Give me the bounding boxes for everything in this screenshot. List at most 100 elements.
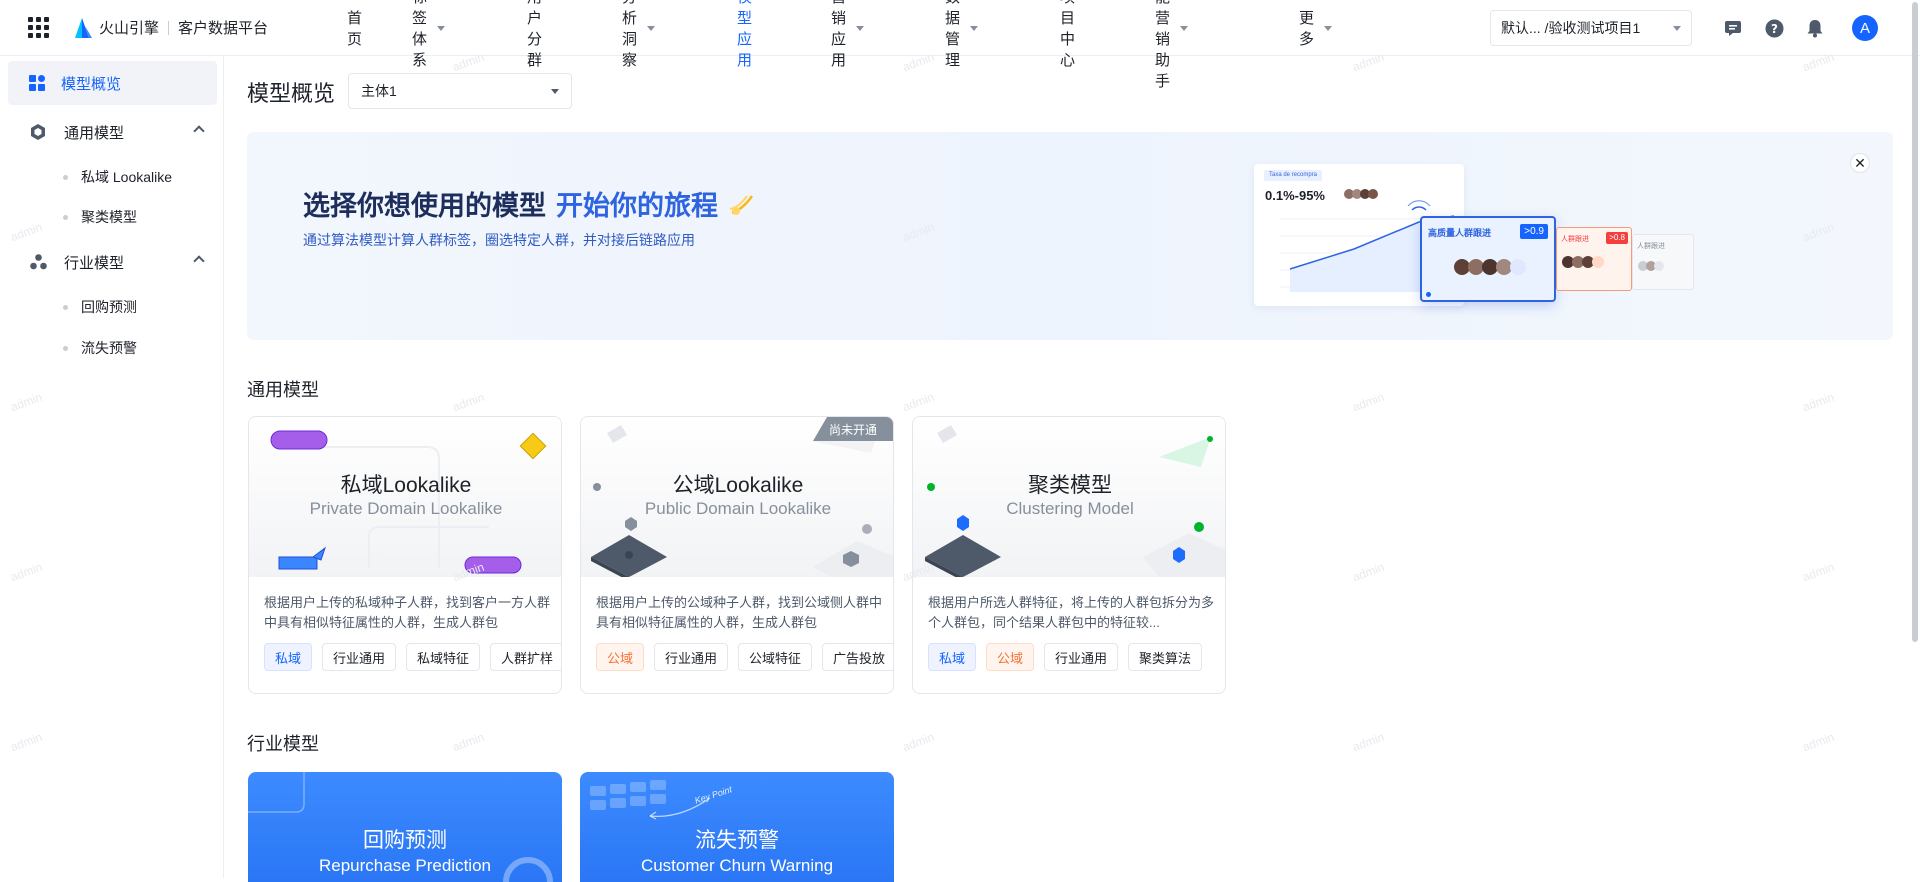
sidebar-group-general[interactable]: 通用模型 [8, 112, 217, 152]
sidebar-item-private-lookalike[interactable]: 私域 Lookalike [62, 167, 173, 187]
sidebar-item-repurchase[interactable]: 回购预测 [63, 297, 137, 317]
card-tags: 私域 行业通用 私域特征 人群扩样 [264, 643, 561, 671]
user-avatar[interactable]: A [1852, 15, 1878, 41]
chevron-up-icon [193, 255, 205, 267]
help-icon[interactable]: ? [1763, 17, 1785, 39]
nav-item-home[interactable]: 首页 [347, 7, 362, 49]
section-title-general: 通用模型 [247, 380, 319, 400]
tag: 公域特征 [738, 643, 813, 671]
chevron-down-icon [1180, 25, 1189, 31]
subject-select[interactable]: 主体1 [348, 73, 572, 109]
high-quality-badge: >0.9 [1520, 224, 1548, 239]
tag: 私域 [928, 643, 977, 671]
project-select-value: 默认... /验收测试项目1 [1501, 20, 1641, 36]
close-icon[interactable]: ✕ [1850, 153, 1870, 173]
card-subtitle: Repurchase Prediction [319, 856, 491, 875]
chevron-up-icon [193, 125, 205, 137]
svg-text:?: ? [1771, 22, 1778, 36]
cluster-icon [30, 254, 47, 270]
low-quality-card: 人群跟进 [1632, 234, 1694, 290]
sidebar-item-label: 聚类模型 [81, 209, 137, 225]
banner-subtitle: 通过算法模型计算人群标签，圈选特定人群，并对接后链路应用 [303, 232, 695, 248]
card-subtitle: Public Domain Lookalike [644, 499, 832, 518]
model-card-private-lookalike[interactable]: 私域Lookalike Private Domain Lookalike 根据用… [248, 416, 562, 694]
sidebar-group-industry[interactable]: 行业模型 [8, 242, 217, 282]
message-icon[interactable] [1722, 17, 1744, 39]
tag: 行业通用 [322, 643, 397, 671]
sidebar-item-model-overview[interactable]: 模型概览 [8, 61, 217, 105]
app-grid-icon[interactable] [27, 17, 49, 39]
model-card-clustering[interactable]: 聚类模型 Clustering Model 根据用户所选人群特征，将上传的人群包… [912, 416, 1226, 694]
card-title: 回购预测 [363, 829, 447, 852]
card-description: 根据用户上传的私域种子人群，找到客户一方人群中具有相似特征属性的人群，生成人群包 [264, 595, 551, 630]
sidebar-item-clustering[interactable]: 聚类模型 [63, 207, 137, 227]
tag: 人群扩样 [490, 643, 561, 671]
brand-name: 火山引擎 [99, 20, 160, 37]
sidebar-item-churn[interactable]: 流失预警 [63, 338, 137, 358]
tag: 私域 [264, 643, 313, 671]
model-card-repurchase[interactable]: 回购预测 Repurchase Prediction [248, 772, 562, 882]
banner-title-highlight: 开始你的旅程 [556, 191, 718, 221]
model-card-public-lookalike[interactable]: 尚未开通 公域Lookalike Public Domain Lookalike… [580, 416, 894, 694]
chevron-down-icon [647, 25, 656, 31]
not-activated-badge: 尚未开通 [813, 417, 893, 441]
banner-illustration: Taxa de recompra 0.1%-95% 高质量人群跟进 >0.9 人… [1254, 164, 1694, 314]
card-tags: 公域 行业通用 公域特征 广告投放 [596, 643, 893, 671]
card-title: 公域Lookalike [672, 474, 804, 497]
model-card-churn[interactable]: Key Point 流失预警 Customer Churn Warning [580, 772, 894, 882]
sidebar-item-label: 流失预警 [81, 340, 137, 356]
card-description: 根据用户所选人群特征，将上传的人群包拆分为多个人群包，同个结果人群包中的特征较.… [928, 595, 1215, 630]
sidebar-item-label: 模型概览 [61, 75, 122, 93]
chevron-down-icon [1673, 25, 1681, 31]
mid-quality-label: 人群跟进 [1561, 236, 1589, 243]
top-navbar: 火山引擎 客户数据平台 首页 标签体系 用户分群 分析洞察 模型应用 营销应用 … [0, 0, 1920, 90]
sparkle-icon [729, 195, 753, 215]
tag: 行业通用 [1044, 643, 1119, 671]
cube-icon [31, 124, 45, 140]
indicator-dot [1426, 292, 1431, 297]
tag: 公域 [986, 643, 1035, 671]
avatar-group-icon [1638, 261, 1664, 271]
chevron-down-icon [437, 25, 446, 31]
high-quality-card: 高质量人群跟进 >0.9 [1420, 216, 1556, 302]
card-description: 根据用户上传的公域种子人群，找到公域侧人群中具有相似特征属性的人群，生成人群包 [596, 595, 883, 630]
main-content: 模型概览 主体1 选择你想使用的模型 开始你的旅程 通过算法模型计算人群标签，圈选… [224, 56, 1920, 882]
card-subtitle: Clustering Model [1006, 499, 1134, 518]
card-title: 流失预警 [695, 829, 779, 852]
volcengine-logo [75, 17, 92, 38]
chevron-down-icon [1324, 25, 1333, 31]
sidebar-item-label: 回购预测 [81, 299, 137, 315]
low-quality-label: 人群跟进 [1637, 243, 1665, 250]
card-subtitle: Customer Churn Warning [640, 856, 834, 875]
page-scrollbar[interactable] [1912, 2, 1918, 642]
banner-title-text: 选择你想使用的模型 [303, 191, 546, 221]
mid-quality-badge: >0.8 [1606, 232, 1628, 244]
tag: 广告投放 [822, 643, 893, 671]
high-quality-label: 高质量人群跟进 [1428, 228, 1492, 238]
tag: 私域特征 [406, 643, 481, 671]
bell-icon[interactable] [1804, 17, 1826, 39]
mid-quality-card: 人群跟进 >0.8 [1556, 227, 1632, 291]
subject-select-value: 主体1 [361, 83, 397, 99]
tag: 行业通用 [654, 643, 729, 671]
sidebar-item-label: 私域 Lookalike [81, 169, 173, 185]
welcome-banner: 选择你想使用的模型 开始你的旅程 通过算法模型计算人群标签，圈选特定人群，并对接后… [247, 132, 1893, 340]
tag: 聚类算法 [1128, 643, 1203, 671]
section-title-industry: 行业模型 [247, 734, 319, 754]
avatar-group-icon [1454, 259, 1526, 275]
nav-item-more[interactable]: 更多 [1299, 7, 1333, 49]
project-select[interactable]: 默认... /验收测试项目1 [1490, 10, 1692, 46]
page-title: 模型概览 [247, 81, 336, 106]
sidebar: 模型概览 通用模型 私域 Lookalike 聚类模型 行业模型 回购预测 流失… [0, 56, 224, 878]
product-name: 客户数据平台 [178, 20, 269, 37]
card-title: 私域Lookalike [340, 474, 472, 497]
brand-divider [168, 20, 170, 35]
chevron-down-icon [551, 88, 559, 94]
card-subtitle: Private Domain Lookalike [309, 499, 503, 518]
chevron-down-icon [856, 25, 865, 31]
banner-title: 选择你想使用的模型 开始你的旅程 [303, 184, 756, 223]
overview-icon [29, 75, 45, 91]
sidebar-group-label: 通用模型 [64, 124, 125, 142]
card-title: 聚类模型 [1028, 474, 1112, 497]
sidebar-group-label: 行业模型 [64, 254, 125, 272]
